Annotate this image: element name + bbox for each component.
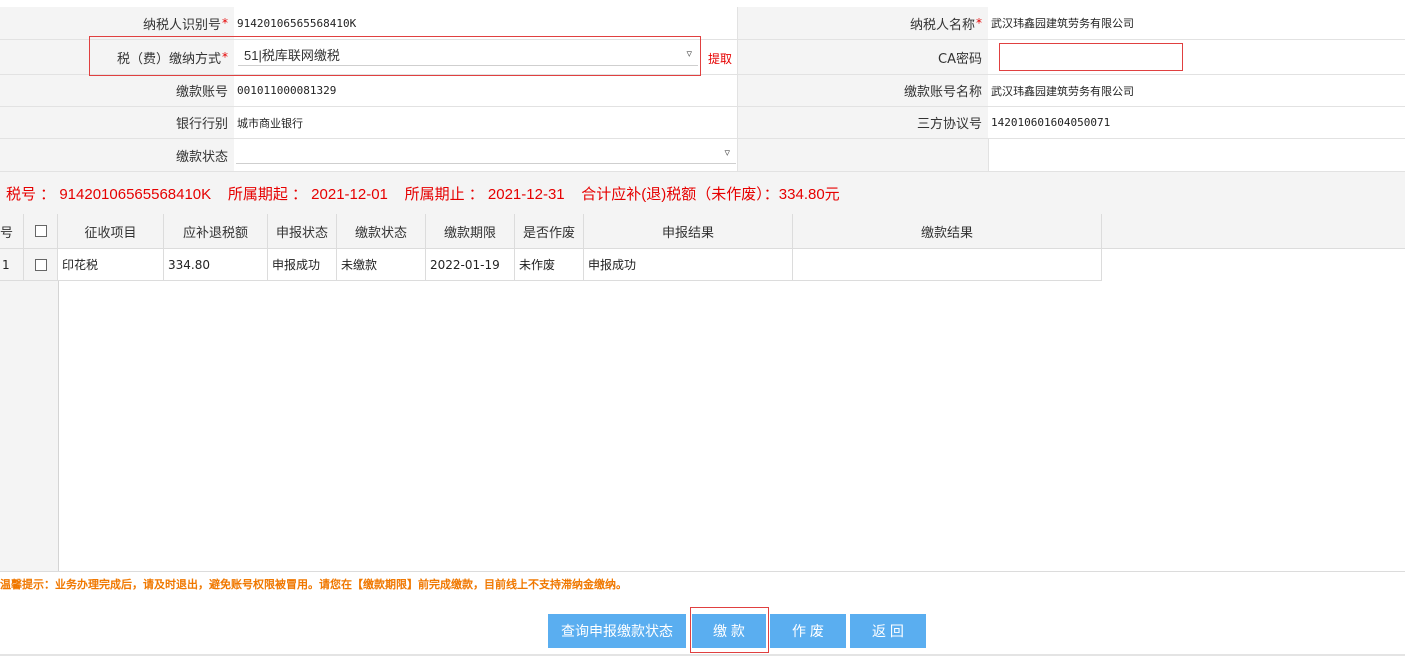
tax-summary: 税号 ： 91420106565568410K 所属期起 ： 2021-12-0… — [0, 172, 1405, 214]
table-header: 号 征收项目 应补退税额 申报状态 缴款状态 缴款期限 是否作废 申报结果 缴款… — [0, 214, 1405, 249]
taxpayer-name-label: 纳税人名称 * — [738, 7, 988, 39]
taxpayer-id-label: 纳税人识别号 * — [0, 7, 234, 39]
ca-password-input[interactable] — [999, 43, 1183, 71]
form-row-taxpayer: 纳税人识别号 * 91420106565568410K 纳税人名称 * 武汉玮鑫园建… — [0, 7, 1405, 40]
query-status-button[interactable]: 查询申报缴款状态 — [548, 614, 686, 648]
fetch-link[interactable]: 提取 — [708, 50, 732, 67]
account-no-value: 001011000081329 — [237, 84, 337, 97]
table-row[interactable]: 1 印花税 334.80 申报成功 未缴款 2022-01-19 未作废 申报成… — [0, 249, 1405, 281]
cell-pay-status: 未缴款 — [337, 249, 426, 281]
account-name-label: 缴款账号名称 — [738, 75, 988, 106]
account-name-value: 武汉玮鑫园建筑劳务有限公司 — [991, 85, 1134, 98]
payment-status-label: 缴款状态 — [0, 139, 234, 171]
header-declare-status: 申报状态 — [268, 214, 337, 248]
agreement-label: 三方协议号 — [738, 107, 988, 138]
cell-declare-status: 申报成功 — [268, 249, 337, 281]
bank-value: 城市商业银行 — [237, 117, 303, 130]
payment-method-value: 51|税库联网缴税 — [244, 47, 340, 63]
table-left-gutter — [0, 281, 59, 572]
required-mark: * — [222, 16, 228, 30]
agreement-value: 142010601604050071 — [991, 116, 1111, 129]
row-index: 1 — [0, 249, 24, 281]
header-declare-result: 申报结果 — [584, 214, 793, 248]
tax-table: 号 征收项目 应补退税额 申报状态 缴款状态 缴款期限 是否作废 申报结果 缴款… — [0, 214, 1405, 572]
header-index: 号 — [0, 214, 24, 248]
header-item: 征收项目 — [58, 214, 164, 248]
cell-item: 印花税 — [58, 249, 164, 281]
required-mark: * — [222, 50, 228, 64]
cell-deadline: 2022-01-19 — [426, 249, 515, 281]
pay-button[interactable]: 缴 款 — [692, 614, 766, 648]
row-checkbox[interactable] — [34, 258, 47, 271]
cell-pay-result — [793, 249, 1102, 281]
header-checkbox-cell — [24, 214, 58, 248]
header-pay-result: 缴款结果 — [793, 214, 1102, 248]
tax-summary-text: 税号 ： 91420106565568410K 所属期起 ： 2021-12-0… — [6, 185, 840, 203]
payment-status-select[interactable]: ▿ — [236, 143, 736, 164]
select-all-checkbox[interactable] — [34, 225, 47, 237]
account-no-label: 缴款账号 — [0, 75, 234, 106]
cell-declare-result: 申报成功 — [584, 249, 793, 281]
payment-method-select[interactable]: 51|税库联网缴税 ▿ — [238, 43, 698, 66]
bank-label: 银行行别 — [0, 107, 234, 138]
taxpayer-id-value: 91420106565568410K — [237, 16, 357, 30]
chevron-down-icon[interactable]: ▿ — [686, 47, 692, 60]
cell-voided: 未作废 — [515, 249, 584, 281]
payment-method-label: 税（费）缴纳方式 * — [0, 40, 234, 74]
void-button[interactable]: 作 废 — [770, 614, 846, 648]
empty-label-cell — [738, 139, 988, 171]
taxpayer-name-value: 武汉玮鑫园建筑劳务有限公司 — [991, 18, 1134, 30]
chevron-down-icon[interactable]: ▿ — [724, 146, 730, 159]
form-row-bank: 银行行别 城市商业银行 三方协议号 142010601604050071 — [0, 107, 1405, 139]
required-mark: * — [976, 16, 982, 30]
form-row-account: 缴款账号 001011000081329 缴款账号名称 武汉玮鑫园建筑劳务有限公… — [0, 75, 1405, 107]
header-pay-status: 缴款状态 — [337, 214, 426, 248]
header-voided: 是否作废 — [515, 214, 584, 248]
form-row-payment-status: 缴款状态 ▿ — [0, 139, 1405, 172]
header-amount: 应补退税额 — [164, 214, 268, 248]
warm-tip: 温馨提示：业务办理完成后，请及时退出，避免账号权限被冒用。请您在【缴款期限】前完… — [0, 578, 627, 591]
back-button[interactable]: 返 回 — [850, 614, 926, 648]
cell-amount: 334.80 — [164, 249, 268, 281]
form-row-payment-method: 税（费）缴纳方式 * 51|税库联网缴税 ▿ 提取 CA密码 — [0, 40, 1405, 75]
row-checkbox-cell — [24, 249, 58, 281]
header-deadline: 缴款期限 — [426, 214, 515, 248]
ca-password-label: CA密码 — [738, 40, 988, 74]
